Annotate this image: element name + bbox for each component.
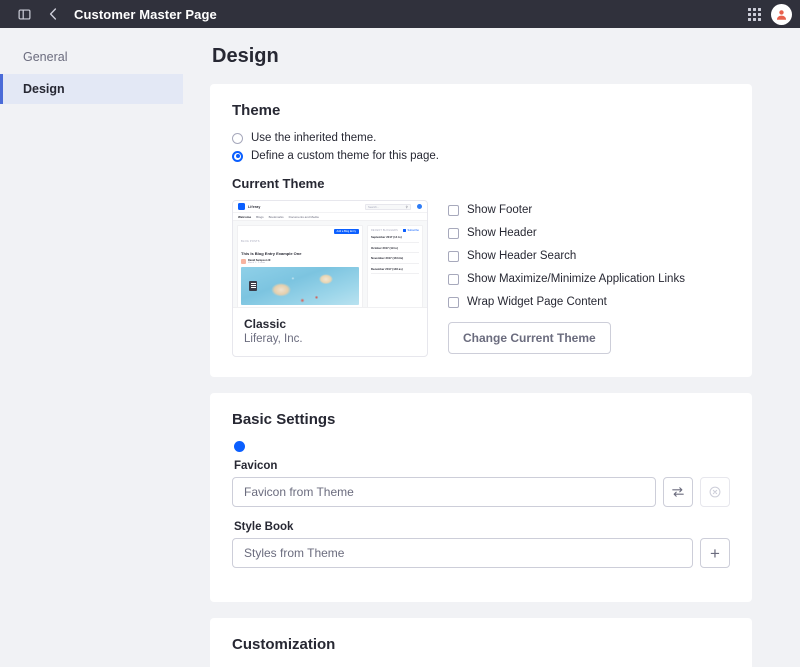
- app-topbar: Customer Master Page: [0, 0, 800, 28]
- style-book-label: Style Book: [234, 521, 294, 533]
- favicon-preview-icon: [234, 441, 245, 452]
- topbar-left-group: Customer Master Page: [14, 4, 217, 24]
- thumbnail-nav-item: Bookmarks: [268, 214, 284, 219]
- checkbox-show-header-search[interactable]: Show Header Search: [448, 250, 685, 262]
- checkbox-wrap-widget-page-content-label: Wrap Widget Page Content: [467, 296, 607, 308]
- thumbnail-body: Add a Blog Entry BLOG POSTS This Is Blog…: [233, 221, 427, 307]
- thumbnail-main-column: Add a Blog Entry BLOG POSTS This Is Blog…: [237, 225, 363, 307]
- theme-card: Theme Use the inherited theme. Define a …: [210, 84, 752, 377]
- favicon-input-value: Favicon from Theme: [244, 485, 354, 499]
- checkbox-show-footer-control[interactable]: [448, 204, 459, 216]
- thumbnail-user-icon: [417, 204, 422, 209]
- radio-inherited-theme-control[interactable]: [232, 132, 243, 144]
- app-layout: General Design Design Theme Use the inhe…: [0, 28, 800, 667]
- thumbnail-side-column: RECENT BLOGGERS Subscribe September 2017…: [367, 225, 423, 307]
- page-title: Design: [212, 45, 279, 67]
- radio-custom-theme-label: Define a custom theme for this page.: [251, 150, 439, 162]
- thumbnail-nav: Welcome Blogs Bookmarks Documents and Me…: [233, 213, 427, 221]
- radio-inherited-theme-label: Use the inherited theme.: [251, 132, 377, 144]
- checkbox-show-footer[interactable]: Show Footer: [448, 204, 685, 216]
- checkbox-show-header-control[interactable]: [448, 227, 459, 239]
- checkbox-show-header-label: Show Header: [467, 227, 537, 239]
- style-book-field-row: Styles from Theme +: [232, 538, 730, 568]
- checkbox-show-maximize-minimize-label: Show Maximize/Minimize Application Links: [467, 273, 685, 285]
- chevron-left-icon[interactable]: [46, 4, 60, 24]
- thumbnail-author-lines: David Sampson III March 1 - 2 views: [248, 259, 270, 264]
- thumbnail-archive-item: December 2017 (146 as): [371, 264, 419, 274]
- thumbnail-archive-item: October 2017 (19 to): [371, 243, 419, 253]
- sidebar-item-design[interactable]: Design: [0, 74, 183, 104]
- plus-icon[interactable]: +: [700, 538, 730, 568]
- document-icon: [249, 280, 257, 291]
- thumbnail-entry-meta: David Sampson III March 1 - 2 views: [241, 258, 359, 264]
- swap-icon[interactable]: [663, 477, 693, 507]
- customization-title: Customization: [232, 636, 336, 653]
- thumbnail-archive-item: September 2017 (14 to): [371, 232, 419, 243]
- style-book-input-value: Styles from Theme: [244, 546, 345, 560]
- times-circle-icon[interactable]: [700, 477, 730, 507]
- checkbox-show-footer-label: Show Footer: [467, 204, 533, 216]
- thumbnail-side-label: RECENT BLOGGERS: [371, 229, 398, 232]
- style-book-input[interactable]: Styles from Theme: [232, 538, 693, 568]
- radio-custom-theme[interactable]: Define a custom theme for this page.: [232, 150, 730, 162]
- basic-settings-title: Basic Settings: [232, 411, 336, 428]
- theme-meta: Classic Liferay, Inc.: [233, 308, 427, 356]
- search-icon: ⚲: [405, 204, 408, 209]
- thumbnail-nav-item: Documents and Media: [288, 214, 319, 219]
- customization-card: Customization: [210, 618, 752, 667]
- thumbnail-author-meta: March 1 - 2 views: [248, 261, 266, 264]
- theme-author: Liferay, Inc.: [244, 333, 303, 345]
- theme-name: Classic: [244, 317, 287, 331]
- page-title-topbar: Customer Master Page: [74, 6, 217, 22]
- theme-row: Liferay Search... ⚲ Welcome Blogs Bookma…: [232, 200, 730, 357]
- current-theme-label: Current Theme: [232, 176, 325, 191]
- theme-card-title: Theme: [232, 102, 281, 119]
- thumbnail-entry-photo: [241, 266, 359, 305]
- favicon-input[interactable]: Favicon from Theme: [232, 477, 656, 507]
- panel-toggle-icon[interactable]: [14, 4, 34, 24]
- settings-sidebar: General Design: [0, 28, 183, 667]
- plus-glyph: +: [710, 543, 720, 563]
- user-avatar-icon[interactable]: [771, 3, 792, 25]
- thumbnail-topbar: Liferay Search... ⚲: [233, 201, 427, 213]
- thumbnail-search-box: Search... ⚲: [365, 203, 411, 210]
- checkbox-show-header-search-control[interactable]: [448, 250, 459, 262]
- checkbox-show-maximize-minimize[interactable]: Show Maximize/Minimize Application Links: [448, 273, 685, 285]
- thumbnail-nav-item: Welcome: [238, 214, 252, 219]
- thumbnail-nav-item: Blogs: [256, 214, 264, 219]
- thumbnail-search-placeholder: Search...: [368, 204, 380, 209]
- thumbnail-entry-title: This Is Blog Entry Example One: [241, 251, 302, 256]
- radio-inherited-theme[interactable]: Use the inherited theme.: [232, 132, 730, 144]
- thumbnail-side-header: RECENT BLOGGERS Subscribe: [371, 229, 419, 232]
- change-current-theme-button[interactable]: Change Current Theme: [448, 322, 611, 354]
- favicon-label: Favicon: [234, 460, 278, 472]
- checkbox-wrap-widget-page-content-control[interactable]: [448, 296, 459, 308]
- thumbnail-action-button: Add a Blog Entry: [333, 229, 359, 235]
- checkbox-show-header[interactable]: Show Header: [448, 227, 685, 239]
- thumbnail-logo-icon: [238, 203, 245, 210]
- thumbnail-author-avatar: [241, 258, 246, 264]
- sidebar-item-general[interactable]: General: [0, 42, 183, 72]
- sidebar-item-design-label: Design: [23, 82, 65, 96]
- grid-apps-icon[interactable]: [748, 7, 761, 21]
- radio-custom-theme-control[interactable]: [232, 150, 243, 162]
- checkbox-show-header-search-label: Show Header Search: [467, 250, 577, 262]
- main-content: Design Theme Use the inherited theme. De…: [183, 28, 800, 667]
- rss-icon: [403, 229, 407, 232]
- thumbnail-subscribe: Subscribe: [403, 229, 419, 232]
- thumbnail-logo-text: Liferay: [248, 204, 261, 209]
- thumbnail-subscribe-label: Subscribe: [407, 229, 419, 232]
- sidebar-item-general-label: General: [23, 50, 68, 64]
- thumbnail-section-label: BLOG POSTS: [241, 240, 260, 243]
- thumbnail-archive-item: November 2017 (18 hits): [371, 253, 419, 264]
- theme-thumbnail: Liferay Search... ⚲ Welcome Blogs Bookma…: [233, 201, 427, 308]
- basic-settings-card: Basic Settings Favicon Favicon from Them…: [210, 393, 752, 602]
- topbar-right-group: [748, 3, 792, 25]
- favicon-field-row: Favicon from Theme: [232, 477, 730, 507]
- checkbox-show-maximize-minimize-control[interactable]: [448, 273, 459, 285]
- current-theme-card[interactable]: Liferay Search... ⚲ Welcome Blogs Bookma…: [232, 200, 428, 357]
- theme-options-list: Show Footer Show Header Show Header Sear…: [448, 200, 685, 354]
- checkbox-wrap-widget-page-content[interactable]: Wrap Widget Page Content: [448, 296, 685, 308]
